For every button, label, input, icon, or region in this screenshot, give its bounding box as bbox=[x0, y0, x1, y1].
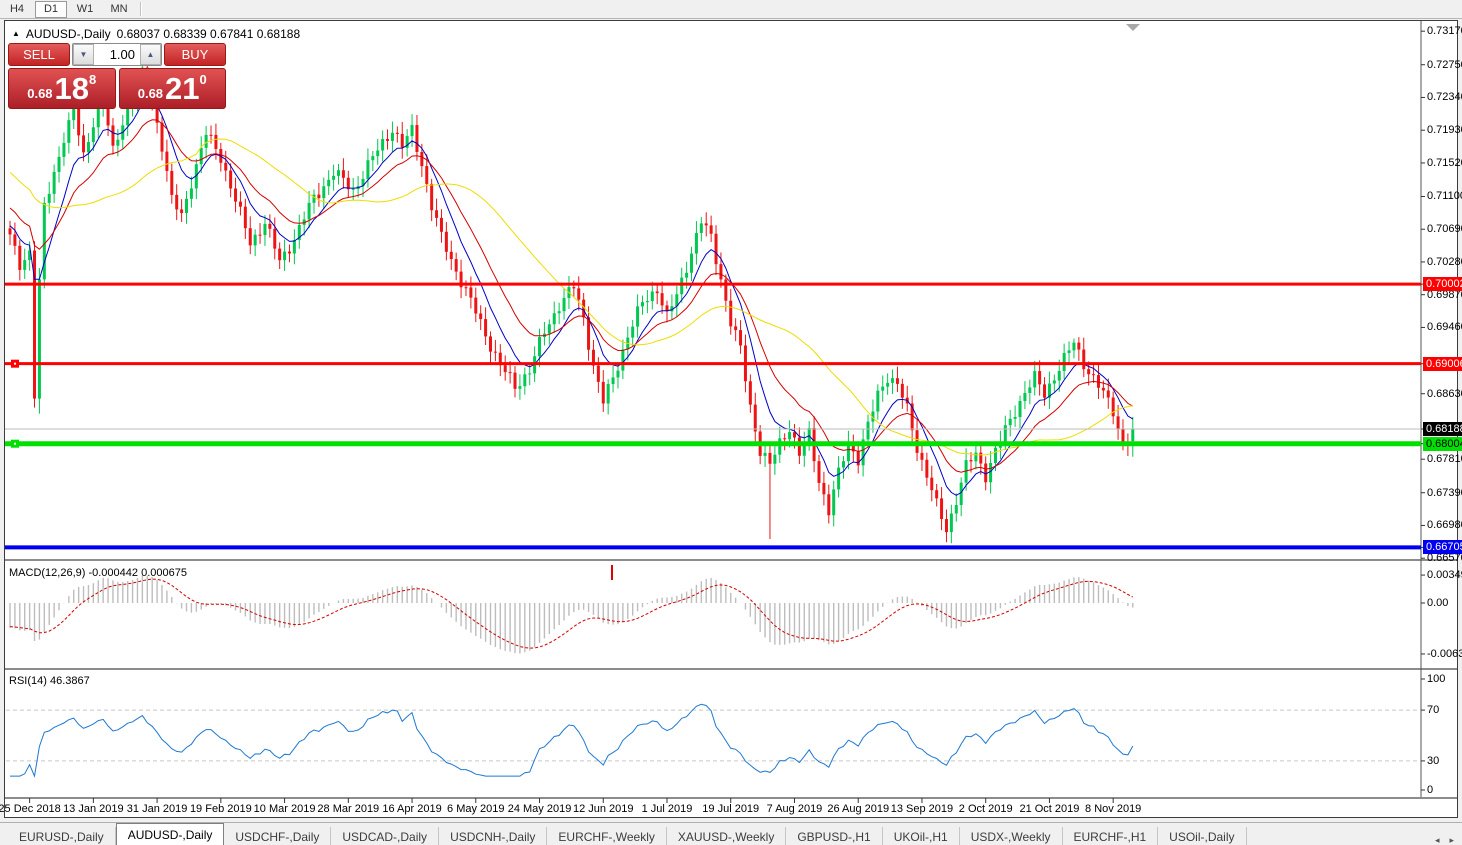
one-click-trade-panel: SELL ▼ 1.00 ▲ BUY 0.68 18 8 0.68 21 0 bbox=[8, 43, 226, 109]
price-axis-label: 0.70280 bbox=[1427, 255, 1462, 268]
date-axis-label: 13 Jan 2019 bbox=[63, 803, 124, 815]
sell-button[interactable]: SELL bbox=[8, 43, 70, 66]
date-axis-label: 6 May 2019 bbox=[447, 803, 505, 815]
rsi-label: RSI(14) 46.3867 bbox=[9, 675, 90, 687]
chart-tab-usoil-daily[interactable]: USOil-,Daily bbox=[1158, 827, 1247, 845]
rsi-line bbox=[10, 703, 1134, 778]
chart-tab-usdcnh-daily[interactable]: USDCNH-,Daily bbox=[439, 827, 548, 845]
price-axis-label: 0.67390 bbox=[1427, 486, 1462, 499]
macd-axis-label: 0.00349 bbox=[1427, 569, 1462, 582]
date-axis-label: 31 Jan 2019 bbox=[126, 803, 188, 815]
chart-tab-usdx-weekly[interactable]: USDX-,Weekly bbox=[960, 827, 1063, 845]
price-axis-label: 0.73170 bbox=[1427, 25, 1462, 38]
volume-spinner: ▼ 1.00 ▲ bbox=[72, 43, 162, 66]
sell-price-pips: 18 bbox=[54, 71, 90, 106]
terminal-screen: H4 D1 W1 MN ▲ AUDUSD-,Daily 0.68037 0.68339… bbox=[0, 0, 1462, 845]
price-tag-0.68188: 0.68188 bbox=[1423, 422, 1462, 436]
sell-price-box[interactable]: 0.68 18 8 bbox=[8, 68, 116, 109]
scroll-marker-icon bbox=[1126, 24, 1140, 31]
date-axis-label: 24 May 2019 bbox=[507, 803, 572, 815]
buy-button[interactable]: BUY bbox=[164, 43, 226, 66]
price-tag-0.66705: 0.66705 bbox=[1423, 540, 1462, 555]
chart-tab-eurchf-weekly[interactable]: EURCHF-,Weekly bbox=[547, 827, 667, 845]
buy-price-box[interactable]: 0.68 21 0 bbox=[118, 68, 226, 109]
volume-up-icon[interactable]: ▲ bbox=[140, 44, 161, 65]
macd-label: MACD(12,26,9) -0.000442 0.000675 bbox=[9, 567, 187, 579]
price-axis-label: 0.72340 bbox=[1427, 91, 1462, 104]
date-axis-label: 19 Feb 2019 bbox=[189, 803, 252, 815]
price-axis-label: 0.72750 bbox=[1427, 58, 1462, 71]
date-axis-label: 10 Mar 2019 bbox=[253, 803, 316, 815]
chart-tab-bar: EURUSD-,Daily AUDUSD-,Daily USDCHF-,Daily U… bbox=[0, 822, 1462, 845]
macd-axis-label: 0.00 bbox=[1427, 597, 1449, 609]
rsi-axis-label: 70 bbox=[1427, 704, 1440, 717]
date-axis-label: 28 Mar 2019 bbox=[317, 803, 380, 815]
buy-price-point: 0 bbox=[199, 72, 207, 87]
chart-tab-gbpusd-h1[interactable]: GBPUSD-,H1 bbox=[786, 827, 883, 845]
rsi-axis-label: 100 bbox=[1427, 673, 1446, 685]
chart-tab-ukoil-h1[interactable]: UKOil-,H1 bbox=[883, 827, 960, 845]
macd-signal-line bbox=[9, 578, 1134, 649]
ma-34-line bbox=[9, 138, 1133, 456]
date-axis-label: 1 Jul 2019 bbox=[641, 803, 693, 815]
price-tag-0.69006: 0.69006 bbox=[1423, 356, 1462, 371]
price-axis-label: 0.71100 bbox=[1427, 190, 1462, 203]
tab-scroll-right-icon[interactable]: ▸ bbox=[1449, 835, 1454, 845]
price-tag-0.68004: 0.68004 bbox=[1423, 436, 1462, 451]
date-axis-label: 25 Dec 2018 bbox=[0, 803, 61, 815]
price-axis-label: 0.66980 bbox=[1427, 519, 1462, 532]
price-axis-label: 0.71520 bbox=[1427, 156, 1462, 169]
date-axis-label: 2 Oct 2019 bbox=[958, 803, 1013, 815]
panel-frames bbox=[5, 21, 1457, 799]
volume-down-icon[interactable]: ▼ bbox=[73, 44, 94, 65]
buy-price-base: 0.68 bbox=[137, 86, 164, 101]
sell-price-point: 8 bbox=[89, 72, 97, 87]
date-axis-label: 12 Jun 2019 bbox=[572, 803, 634, 815]
chart-tab-xauusd-weekly[interactable]: XAUUSD-,Weekly bbox=[667, 827, 787, 845]
price-axis-label: 0.68630 bbox=[1427, 387, 1462, 400]
date-axis-label: 19 Jul 2019 bbox=[702, 803, 760, 815]
sell-price-base: 0.68 bbox=[27, 86, 53, 101]
chart-canvas[interactable] bbox=[0, 0, 1462, 845]
tab-scroll-arrows: ◂ ▸ bbox=[1435, 835, 1462, 845]
price-axis-label: 0.69460 bbox=[1427, 321, 1462, 334]
date-axis-label: 16 Apr 2019 bbox=[382, 803, 442, 815]
date-axis-label: 7 Aug 2019 bbox=[766, 803, 823, 815]
chart-tab-usdchf-daily[interactable]: USDCHF-,Daily bbox=[224, 827, 332, 845]
ma-17-line bbox=[9, 119, 1134, 473]
rsi-indicator bbox=[6, 703, 1420, 778]
chart-tab-eurchf-h1[interactable]: EURCHF-,H1 bbox=[1063, 827, 1159, 845]
chart-ohlc-values: 0.68037 0.68339 0.67841 0.68188 bbox=[116, 27, 301, 41]
date-axis-label: 21 Oct 2019 bbox=[1019, 803, 1080, 815]
volume-input[interactable]: 1.00 bbox=[94, 44, 140, 65]
axis-ticks bbox=[29, 30, 1425, 803]
date-axis-label: 13 Sep 2019 bbox=[890, 803, 954, 815]
chart-title: ▲ AUDUSD-,Daily 0.68037 0.68339 0.67841 … bbox=[12, 27, 300, 41]
collapse-icon[interactable]: ▲ bbox=[12, 30, 20, 38]
price-tag-0.70002: 0.70002 bbox=[1423, 277, 1462, 292]
moving-average-8 bbox=[9, 99, 1134, 496]
rsi-axis-label: 0 bbox=[1427, 784, 1434, 796]
moving-average-34 bbox=[9, 138, 1133, 456]
chart-tab-eurusd-daily[interactable]: EURUSD-,Daily bbox=[8, 827, 116, 845]
horizontal-level-lines[interactable] bbox=[5, 282, 1421, 550]
date-axis-label: 8 Nov 2019 bbox=[1085, 803, 1142, 815]
candlestick-series bbox=[8, 56, 1135, 544]
price-axis-label: 0.67810 bbox=[1427, 453, 1462, 466]
chart-tab-audusd-daily[interactable]: AUDUSD-,Daily bbox=[115, 823, 225, 845]
chart-tabs: EURUSD-,Daily AUDUSD-,Daily USDCHF-,Daily U… bbox=[8, 823, 1247, 845]
scroll-marker[interactable] bbox=[1126, 24, 1140, 31]
price-axis-label: 0.70690 bbox=[1427, 223, 1462, 236]
moving-average-17 bbox=[9, 119, 1134, 473]
chart-symbol-label: AUDUSD-,Daily bbox=[25, 27, 111, 41]
chart-tab-usdcad-daily[interactable]: USDCAD-,Daily bbox=[331, 827, 440, 845]
ma-8-line bbox=[9, 99, 1134, 496]
buy-price-pips: 21 bbox=[165, 71, 200, 106]
rsi-axis-label: 30 bbox=[1427, 754, 1440, 767]
macd-axis-label: -0.00637 bbox=[1427, 647, 1462, 660]
price-axis-label: 0.71930 bbox=[1427, 124, 1462, 137]
date-axis-label: 26 Aug 2019 bbox=[827, 803, 890, 815]
tab-scroll-left-icon[interactable]: ◂ bbox=[1435, 835, 1440, 845]
